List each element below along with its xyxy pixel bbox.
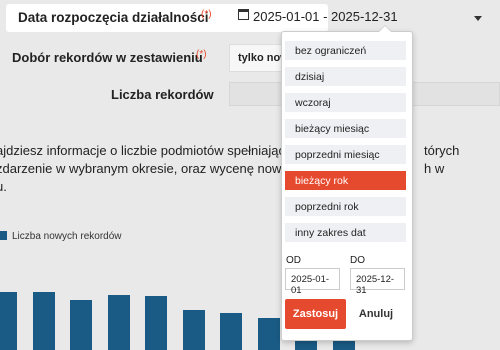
range-option[interactable]: inny zakres dat [285,223,406,242]
to-date-input[interactable]: 2025-12-31 [350,268,405,296]
legend-swatch [0,231,7,240]
chart-bar [32,292,55,350]
date-range-button[interactable]: 2025-01-01 - 2025-12-31 [229,4,482,30]
selection-label: Dobór rekordów w zestawieniu [12,50,203,65]
chart-bar [182,310,205,350]
bar-chart [0,240,500,350]
date-required-marker: (*) [201,9,212,20]
from-label: OD [286,255,301,266]
selection-select[interactable]: tylko nowe [229,44,289,72]
chart-bar [0,292,17,350]
to-label: DO [350,255,365,266]
description-text-right: tórych h w [424,142,500,178]
date-range-dropdown: bez ograniczeń dzisiaj wczoraj bieżący mies… [281,25,413,341]
description-line: h w [424,161,445,176]
date-range-value: 2025-01-01 - 2025-12-31 [253,9,398,24]
selection-required-marker: (*) [196,49,207,60]
chart-bar [107,295,130,350]
range-option[interactable]: bieżący rok [285,171,406,190]
calendar-icon [238,9,249,20]
apply-button[interactable]: Zastosuj [285,299,346,329]
range-option[interactable]: dzisiaj [285,67,406,86]
chart-bar [70,300,92,350]
range-option[interactable]: bieżący miesiąc [285,119,406,138]
from-date-input[interactable]: 2025-01-01 [285,268,340,296]
chart-bar [220,313,242,350]
range-option[interactable]: poprzedni rok [285,197,406,216]
range-option[interactable]: poprzedni miesiąc [285,145,406,164]
chart-bar [145,296,167,350]
range-option[interactable]: bez ograniczeń [285,41,406,60]
chart-bar [257,318,280,350]
range-option[interactable]: wczoraj [285,93,406,112]
date-label: Data rozpoczęcia działalności [18,10,209,25]
cancel-button[interactable]: Anuluj [350,299,402,329]
description-line: tórych [424,143,460,158]
count-label: Liczba rekordów [111,87,214,102]
caret-down-icon [474,16,482,21]
